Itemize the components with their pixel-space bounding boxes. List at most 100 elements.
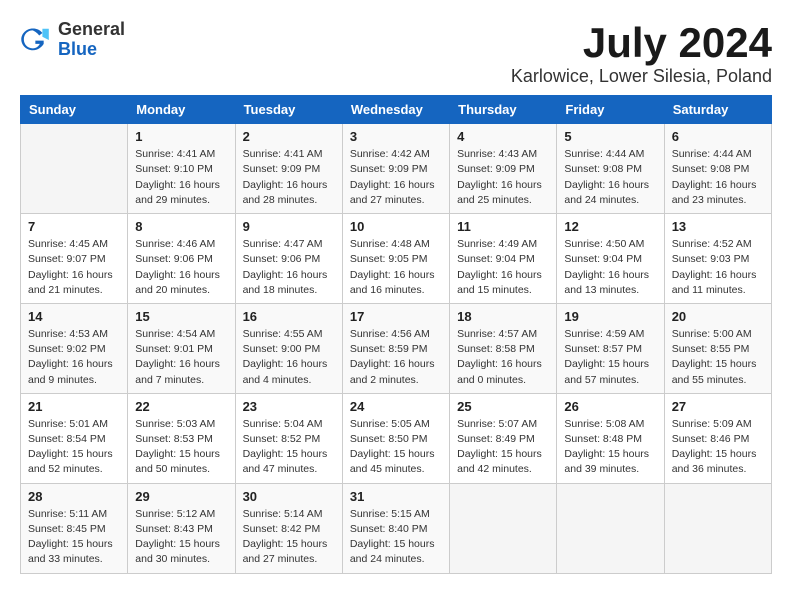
- calendar-cell: 2 Sunrise: 4:41 AMSunset: 9:09 PMDaylight…: [235, 124, 342, 214]
- logo-blue: Blue: [58, 39, 97, 59]
- location-subtitle: Karlowice, Lower Silesia, Poland: [511, 66, 772, 87]
- day-number: 18: [457, 309, 549, 324]
- general-blue-icon: [20, 24, 52, 56]
- day-info: Sunrise: 4:59 AMSunset: 8:57 PMDaylight:…: [564, 327, 656, 388]
- day-number: 3: [350, 129, 442, 144]
- calendar-cell: 22 Sunrise: 5:03 AMSunset: 8:53 PMDayligh…: [128, 393, 235, 483]
- day-number: 14: [28, 309, 120, 324]
- calendar-cell: 14 Sunrise: 4:53 AMSunset: 9:02 PMDayligh…: [21, 303, 128, 393]
- calendar-cell: 27 Sunrise: 5:09 AMSunset: 8:46 PMDayligh…: [664, 393, 771, 483]
- calendar-cell: 26 Sunrise: 5:08 AMSunset: 8:48 PMDayligh…: [557, 393, 664, 483]
- day-number: 11: [457, 219, 549, 234]
- calendar-cell: 23 Sunrise: 5:04 AMSunset: 8:52 PMDayligh…: [235, 393, 342, 483]
- day-number: 25: [457, 399, 549, 414]
- calendar-week-row: 14 Sunrise: 4:53 AMSunset: 9:02 PMDayligh…: [21, 303, 772, 393]
- day-number: 8: [135, 219, 227, 234]
- day-info: Sunrise: 4:50 AMSunset: 9:04 PMDaylight:…: [564, 237, 656, 298]
- day-of-week-header: Friday: [557, 96, 664, 124]
- calendar-cell: 24Sunrise: 5:05 AMSunset: 8:50 PMDayligh…: [342, 393, 449, 483]
- day-info: Sunrise: 5:04 AMSunset: 8:52 PMDaylight:…: [243, 417, 335, 478]
- day-number: 23: [243, 399, 335, 414]
- day-info: Sunrise: 4:42 AMSunset: 9:09 PMDaylight:…: [350, 147, 442, 208]
- day-of-week-header: Sunday: [21, 96, 128, 124]
- day-info: Sunrise: 4:43 AMSunset: 9:09 PMDaylight:…: [457, 147, 549, 208]
- day-info: Sunrise: 5:05 AMSunset: 8:50 PMDaylight:…: [350, 417, 442, 478]
- day-number: 17: [350, 309, 442, 324]
- day-number: 19: [564, 309, 656, 324]
- calendar-cell: 21 Sunrise: 5:01 AMSunset: 8:54 PMDayligh…: [21, 393, 128, 483]
- day-info: Sunrise: 4:44 AMSunset: 9:08 PMDaylight:…: [672, 147, 764, 208]
- calendar-cell: 5Sunrise: 4:44 AMSunset: 9:08 PMDaylight…: [557, 124, 664, 214]
- day-number: 27: [672, 399, 764, 414]
- day-number: 22: [135, 399, 227, 414]
- day-info: Sunrise: 4:53 AMSunset: 9:02 PMDaylight:…: [28, 327, 120, 388]
- day-number: 12: [564, 219, 656, 234]
- calendar-cell: 16Sunrise: 4:55 AMSunset: 9:00 PMDayligh…: [235, 303, 342, 393]
- day-info: Sunrise: 4:52 AMSunset: 9:03 PMDaylight:…: [672, 237, 764, 298]
- day-number: 2: [243, 129, 335, 144]
- day-of-week-header: Tuesday: [235, 96, 342, 124]
- day-info: Sunrise: 5:09 AMSunset: 8:46 PMDaylight:…: [672, 417, 764, 478]
- day-number: 20: [672, 309, 764, 324]
- day-info: Sunrise: 5:15 AMSunset: 8:40 PMDaylight:…: [350, 507, 442, 568]
- day-of-week-header: Monday: [128, 96, 235, 124]
- day-info: Sunrise: 4:44 AMSunset: 9:08 PMDaylight:…: [564, 147, 656, 208]
- calendar-cell: 11 Sunrise: 4:49 AMSunset: 9:04 PMDayligh…: [450, 214, 557, 304]
- calendar-cell: 3 Sunrise: 4:42 AMSunset: 9:09 PMDaylight…: [342, 124, 449, 214]
- calendar-header-row: SundayMondayTuesdayWednesdayThursdayFrid…: [21, 96, 772, 124]
- day-info: Sunrise: 5:03 AMSunset: 8:53 PMDaylight:…: [135, 417, 227, 478]
- day-info: Sunrise: 4:47 AMSunset: 9:06 PMDaylight:…: [243, 237, 335, 298]
- day-number: 10: [350, 219, 442, 234]
- day-number: 15: [135, 309, 227, 324]
- calendar-cell: 12 Sunrise: 4:50 AMSunset: 9:04 PMDayligh…: [557, 214, 664, 304]
- calendar-cell: 17Sunrise: 4:56 AMSunset: 8:59 PMDayligh…: [342, 303, 449, 393]
- calendar-cell: 30 Sunrise: 5:14 AMSunset: 8:42 PMDayligh…: [235, 483, 342, 573]
- day-info: Sunrise: 4:48 AMSunset: 9:05 PMDaylight:…: [350, 237, 442, 298]
- calendar-week-row: 1 Sunrise: 4:41 AMSunset: 9:10 PMDaylight…: [21, 124, 772, 214]
- day-number: 1: [135, 129, 227, 144]
- day-of-week-header: Wednesday: [342, 96, 449, 124]
- calendar-cell: 6 Sunrise: 4:44 AMSunset: 9:08 PMDaylight…: [664, 124, 771, 214]
- day-info: Sunrise: 5:14 AMSunset: 8:42 PMDaylight:…: [243, 507, 335, 568]
- day-number: 4: [457, 129, 549, 144]
- day-number: 31: [350, 489, 442, 504]
- calendar-cell: 20Sunrise: 5:00 AMSunset: 8:55 PMDayligh…: [664, 303, 771, 393]
- day-info: Sunrise: 5:11 AMSunset: 8:45 PMDaylight:…: [28, 507, 120, 568]
- calendar-cell: [450, 483, 557, 573]
- calendar-cell: 19 Sunrise: 4:59 AMSunset: 8:57 PMDayligh…: [557, 303, 664, 393]
- logo: General Blue: [20, 20, 125, 60]
- calendar-cell: 4 Sunrise: 4:43 AMSunset: 9:09 PMDaylight…: [450, 124, 557, 214]
- day-number: 21: [28, 399, 120, 414]
- calendar-cell: 8Sunrise: 4:46 AMSunset: 9:06 PMDaylight…: [128, 214, 235, 304]
- calendar-week-row: 21 Sunrise: 5:01 AMSunset: 8:54 PMDayligh…: [21, 393, 772, 483]
- logo-general: General: [58, 19, 125, 39]
- day-info: Sunrise: 4:49 AMSunset: 9:04 PMDaylight:…: [457, 237, 549, 298]
- day-of-week-header: Saturday: [664, 96, 771, 124]
- day-info: Sunrise: 4:41 AMSunset: 9:09 PMDaylight:…: [243, 147, 335, 208]
- month-title: July 2024: [511, 20, 772, 66]
- day-info: Sunrise: 4:54 AMSunset: 9:01 PMDaylight:…: [135, 327, 227, 388]
- calendar-cell: [664, 483, 771, 573]
- day-info: Sunrise: 4:41 AMSunset: 9:10 PMDaylight:…: [135, 147, 227, 208]
- day-number: 6: [672, 129, 764, 144]
- day-number: 26: [564, 399, 656, 414]
- day-info: Sunrise: 5:08 AMSunset: 8:48 PMDaylight:…: [564, 417, 656, 478]
- day-info: Sunrise: 5:12 AMSunset: 8:43 PMDaylight:…: [135, 507, 227, 568]
- day-info: Sunrise: 4:55 AMSunset: 9:00 PMDaylight:…: [243, 327, 335, 388]
- calendar-cell: 13 Sunrise: 4:52 AMSunset: 9:03 PMDayligh…: [664, 214, 771, 304]
- calendar-week-row: 28Sunrise: 5:11 AMSunset: 8:45 PMDayligh…: [21, 483, 772, 573]
- calendar-cell: 10 Sunrise: 4:48 AMSunset: 9:05 PMDayligh…: [342, 214, 449, 304]
- calendar-cell: 28Sunrise: 5:11 AMSunset: 8:45 PMDayligh…: [21, 483, 128, 573]
- calendar-cell: 25 Sunrise: 5:07 AMSunset: 8:49 PMDayligh…: [450, 393, 557, 483]
- page-header: General Blue July 2024 Karlowice, Lower …: [20, 20, 772, 87]
- day-info: Sunrise: 4:45 AMSunset: 9:07 PMDaylight:…: [28, 237, 120, 298]
- day-info: Sunrise: 5:07 AMSunset: 8:49 PMDaylight:…: [457, 417, 549, 478]
- day-info: Sunrise: 5:01 AMSunset: 8:54 PMDaylight:…: [28, 417, 120, 478]
- day-number: 30: [243, 489, 335, 504]
- calendar-cell: 29Sunrise: 5:12 AMSunset: 8:43 PMDayligh…: [128, 483, 235, 573]
- title-section: July 2024 Karlowice, Lower Silesia, Pola…: [511, 20, 772, 87]
- calendar-week-row: 7Sunrise: 4:45 AMSunset: 9:07 PMDaylight…: [21, 214, 772, 304]
- day-info: Sunrise: 4:57 AMSunset: 8:58 PMDaylight:…: [457, 327, 549, 388]
- calendar-table: SundayMondayTuesdayWednesdayThursdayFrid…: [20, 95, 772, 573]
- day-number: 13: [672, 219, 764, 234]
